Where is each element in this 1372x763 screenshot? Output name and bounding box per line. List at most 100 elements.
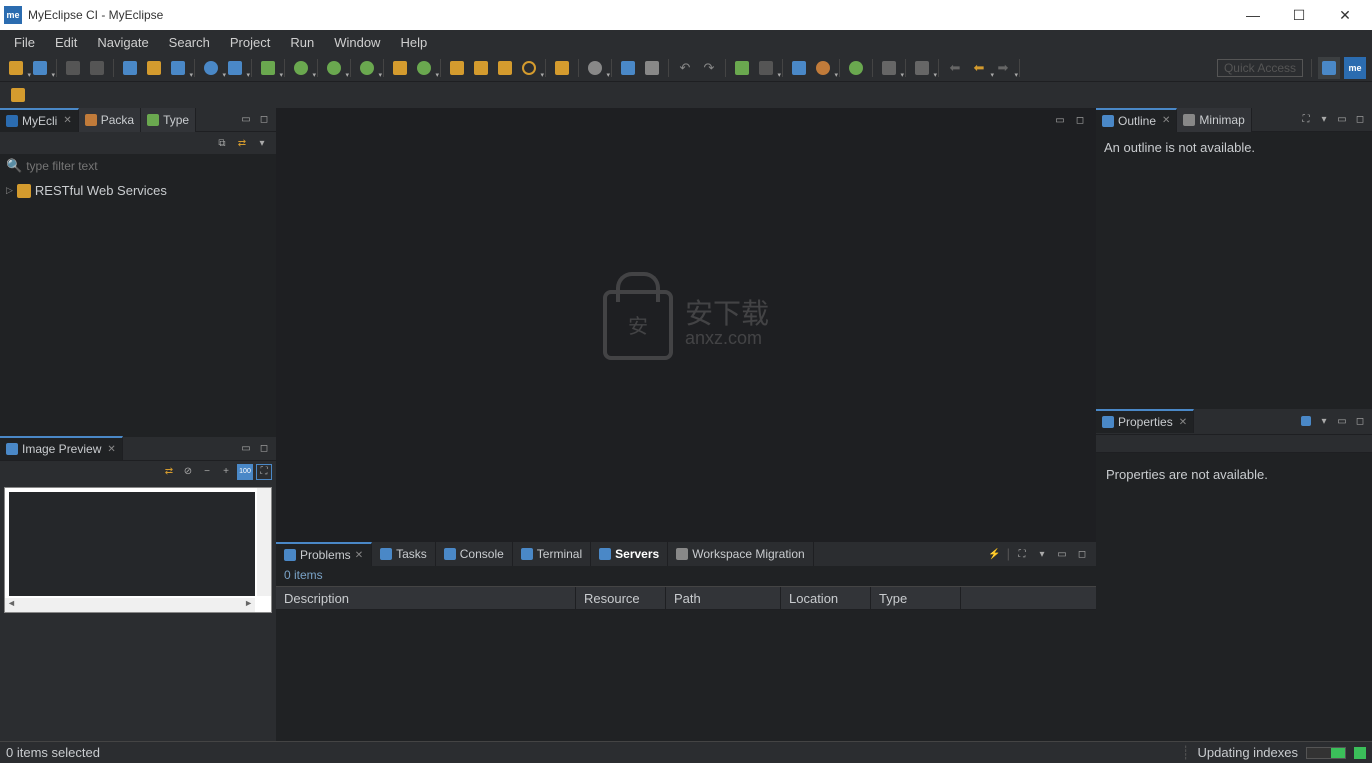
myeclipse-perspective-button[interactable]: me	[1344, 57, 1366, 79]
focus-icon[interactable]: ⛶	[1014, 546, 1030, 562]
minimize-editor-icon[interactable]: ▭	[1052, 112, 1068, 128]
save-all-button[interactable]	[86, 57, 108, 79]
sync-icon[interactable]: ⇄	[161, 464, 177, 480]
col-description[interactable]: Description	[276, 587, 576, 609]
maximize-view-icon[interactable]: ◻	[256, 440, 272, 456]
tab-minimap[interactable]: Minimap	[1177, 108, 1251, 132]
tab-myeclipse-explorer[interactable]: MyEcli ✕	[0, 108, 79, 132]
power-icon[interactable]	[845, 57, 867, 79]
tab-image-preview[interactable]: Image Preview ✕	[0, 436, 123, 460]
run-button[interactable]	[290, 57, 312, 79]
maximize-button[interactable]: ☐	[1276, 0, 1322, 30]
col-location[interactable]: Location	[781, 587, 871, 609]
debug-button[interactable]	[257, 57, 279, 79]
zoom-out-icon[interactable]: −	[199, 464, 215, 480]
camera-button[interactable]	[224, 57, 246, 79]
search-button[interactable]	[518, 57, 540, 79]
back-button[interactable]: ⬅	[944, 57, 966, 79]
open-folder-button[interactable]	[494, 57, 516, 79]
quick-access-field[interactable]: Quick Access	[1217, 59, 1303, 77]
menu-help[interactable]: Help	[390, 33, 437, 52]
redo-button[interactable]: ↷	[698, 57, 720, 79]
maximize-view-icon[interactable]: ◻	[1352, 112, 1368, 128]
close-icon[interactable]: ✕	[1179, 417, 1187, 428]
close-icon[interactable]: ✕	[355, 550, 363, 561]
monitor-icon[interactable]	[617, 57, 639, 79]
save-button[interactable]	[62, 57, 84, 79]
view-menu-icon[interactable]: ▾	[1316, 413, 1332, 429]
close-icon[interactable]: ✕	[1162, 115, 1170, 126]
tab-type-hierarchy[interactable]: Type	[141, 108, 196, 132]
tab-servers[interactable]: Servers	[591, 542, 668, 566]
menu-search[interactable]: Search	[159, 33, 220, 52]
download-button[interactable]	[755, 57, 777, 79]
tab-workspace-migration[interactable]: Workspace Migration	[668, 542, 814, 566]
menu-run[interactable]: Run	[280, 33, 324, 52]
nav-back-button[interactable]: ⬅	[968, 57, 990, 79]
progress-indicator[interactable]	[1354, 747, 1366, 759]
nav-forward-button[interactable]: ➡	[992, 57, 1014, 79]
coverage-button[interactable]	[323, 57, 345, 79]
col-type[interactable]: Type	[871, 587, 961, 609]
menu-navigate[interactable]: Navigate	[87, 33, 158, 52]
wand-icon[interactable]	[641, 57, 663, 79]
minimize-view-icon[interactable]: ▭	[1334, 413, 1350, 429]
maximize-view-icon[interactable]: ◻	[1074, 546, 1090, 562]
zoom-in-icon[interactable]: +	[218, 464, 234, 480]
grid-icon[interactable]	[119, 57, 141, 79]
open-resource-icon[interactable]	[7, 84, 29, 106]
new-class-button[interactable]	[413, 57, 435, 79]
minimize-button[interactable]: —	[1230, 0, 1276, 30]
view-menu-icon[interactable]: ▾	[254, 135, 270, 151]
col-path[interactable]: Path	[666, 587, 781, 609]
minimize-view-icon[interactable]: ▭	[238, 112, 254, 128]
expand-arrow-icon[interactable]: ▷	[6, 185, 13, 196]
notes-icon[interactable]	[551, 57, 573, 79]
tab-problems[interactable]: Problems ✕	[276, 542, 372, 566]
palette-button[interactable]	[812, 57, 834, 79]
focus-icon[interactable]: ⛶	[1298, 112, 1314, 128]
zoom-100-icon[interactable]: 100	[237, 464, 253, 480]
close-button[interactable]: ✕	[1322, 0, 1368, 30]
tab-terminal[interactable]: Terminal	[513, 542, 591, 566]
collapse-all-icon[interactable]: ⧉	[214, 135, 230, 151]
settings-icon[interactable]	[788, 57, 810, 79]
minimize-view-icon[interactable]: ▭	[1054, 546, 1070, 562]
folder1-icon[interactable]	[446, 57, 468, 79]
tab-properties[interactable]: Properties ✕	[1096, 409, 1194, 433]
minimize-view-icon[interactable]: ▭	[238, 440, 254, 456]
upload-icon[interactable]	[731, 57, 753, 79]
clear-icon[interactable]: ⊘	[180, 464, 196, 480]
undo-button[interactable]: ↶	[674, 57, 696, 79]
zoom-fit-icon[interactable]: ⛶	[256, 464, 272, 480]
menu-edit[interactable]: Edit	[45, 33, 87, 52]
new-project-button[interactable]	[29, 57, 51, 79]
user-button[interactable]	[584, 57, 606, 79]
minimize-view-icon[interactable]: ▭	[1334, 112, 1350, 128]
pin-icon[interactable]	[1298, 413, 1314, 429]
link1-button[interactable]	[878, 57, 900, 79]
link-editor-icon[interactable]: ⇄	[234, 135, 250, 151]
server-button[interactable]	[167, 57, 189, 79]
perspective-button[interactable]	[1318, 57, 1340, 79]
run-last-button[interactable]	[356, 57, 378, 79]
close-icon[interactable]: ✕	[63, 115, 71, 126]
new-button[interactable]	[5, 57, 27, 79]
maximize-editor-icon[interactable]: ◻	[1072, 112, 1088, 128]
progress-bar[interactable]	[1306, 747, 1346, 759]
tab-tasks[interactable]: Tasks	[372, 542, 436, 566]
tab-package-explorer[interactable]: Packa	[79, 108, 141, 132]
horizontal-scrollbar[interactable]	[5, 598, 255, 612]
vertical-scrollbar[interactable]	[257, 488, 271, 596]
tab-outline[interactable]: Outline ✕	[1096, 108, 1177, 132]
filter-icon[interactable]: ⚡	[987, 546, 1003, 562]
maximize-view-icon[interactable]: ◻	[256, 112, 272, 128]
new-package-button[interactable]	[389, 57, 411, 79]
col-resource[interactable]: Resource	[576, 587, 666, 609]
maximize-view-icon[interactable]: ◻	[1352, 413, 1368, 429]
view-menu-icon[interactable]: ▾	[1316, 112, 1332, 128]
close-icon[interactable]: ✕	[107, 444, 115, 455]
tree-item[interactable]: ▷ RESTful Web Services	[6, 182, 270, 199]
flask-icon[interactable]	[143, 57, 165, 79]
view-menu-icon[interactable]: ▾	[1034, 546, 1050, 562]
